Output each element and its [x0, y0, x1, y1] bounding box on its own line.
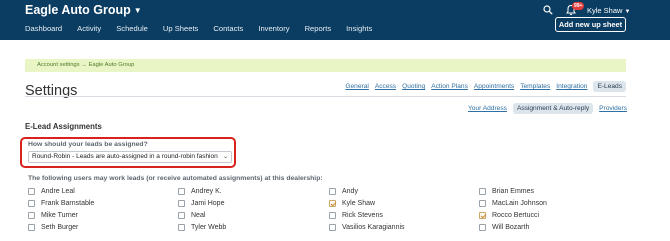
user-name-label: Rocco Bertucci — [492, 211, 540, 219]
user-name-label: Jami Hope — [191, 199, 225, 207]
user-name-label: Frank Barnstable — [41, 199, 95, 207]
user-name-label: Andy — [342, 187, 358, 195]
user-name-label: Will Bozarth — [492, 223, 530, 231]
user-checkbox[interactable] — [28, 199, 35, 207]
e-leads-subtabs: Your Address Assignment & Auto-reply Pro… — [462, 103, 627, 114]
user-name-label: MacLain Johnson — [492, 199, 547, 207]
user-menu[interactable]: Kyle Shaw ▼ — [587, 6, 630, 15]
tab-templates[interactable]: Templates — [520, 83, 550, 90]
user-name-label: Kyle Shaw — [342, 199, 376, 207]
user-name-label: Rick Stevens — [342, 211, 383, 219]
user-checkbox-row[interactable]: Brian Emmes — [479, 186, 534, 196]
user-checkbox[interactable] — [329, 211, 336, 219]
user-checkbox-row[interactable]: Andy — [329, 186, 358, 196]
users-list-label: The following users may work leads (or r… — [28, 175, 323, 182]
nav-up-sheets[interactable]: Up Sheets — [163, 24, 198, 33]
subtab-assignment-auto-reply[interactable]: Assignment & Auto-reply — [512, 103, 594, 114]
main-nav: Dashboard Activity Schedule Up Sheets Co… — [25, 24, 387, 33]
user-checkbox[interactable] — [178, 223, 185, 231]
user-checkbox-row[interactable]: Tyler Webb — [178, 222, 226, 232]
user-checkbox-row[interactable]: Seth Burger — [28, 222, 78, 232]
settings-tabs: General Access Quoting Action Plans Appo… — [339, 81, 626, 92]
user-checkbox[interactable] — [28, 187, 35, 195]
nav-activity[interactable]: Activity — [77, 24, 101, 33]
dealership-switcher[interactable]: Eagle Auto Group ▼ — [25, 3, 142, 17]
nav-inventory[interactable]: Inventory — [258, 24, 289, 33]
user-checkbox-row[interactable]: Frank Barnstable — [28, 198, 94, 208]
user-checkbox-row[interactable]: Rocco Bertucci — [479, 210, 539, 220]
nav-contacts[interactable]: Contacts — [213, 24, 243, 33]
user-checkbox-row[interactable]: Neal — [178, 210, 205, 220]
subtab-providers[interactable]: Providers — [599, 105, 627, 112]
assignment-method-select[interactable]: Round-Robin - Leads are auto-assigned in… — [28, 151, 232, 163]
user-checkbox[interactable] — [329, 223, 336, 231]
user-checkbox-row[interactable]: Jami Hope — [178, 198, 224, 208]
notification-badge: 99+ — [572, 2, 585, 10]
user-checkbox-row[interactable]: Andrey K. — [178, 186, 222, 196]
user-checkbox[interactable] — [178, 199, 185, 207]
user-name-label: Andrey K. — [191, 187, 222, 195]
add-new-up-sheet-button[interactable]: Add new up sheet — [555, 17, 626, 32]
tab-action-plans[interactable]: Action Plans — [431, 83, 468, 90]
user-checkbox[interactable] — [479, 211, 486, 219]
divider — [25, 96, 626, 97]
user-name-label: Andre Leal — [41, 187, 75, 195]
search-icon[interactable] — [543, 5, 553, 15]
user-checkbox-row[interactable]: Andre Leal — [28, 186, 75, 196]
user-checkbox-row[interactable]: MacLain Johnson — [479, 198, 547, 208]
user-checkbox-row[interactable]: Will Bozarth — [479, 222, 529, 232]
tab-appointments[interactable]: Appointments — [474, 83, 514, 90]
section-title: E-Lead Assignments — [25, 122, 102, 131]
user-checkbox-row[interactable]: Kyle Shaw — [329, 198, 375, 208]
subtab-your-address[interactable]: Your Address — [468, 105, 507, 112]
tab-integration[interactable]: Integration — [556, 83, 587, 90]
assignment-method-value: Round-Robin - Leads are auto-assigned in… — [32, 153, 218, 160]
user-checkbox-row[interactable]: Rick Stevens — [329, 210, 383, 220]
nav-reports[interactable]: Reports — [305, 24, 332, 33]
user-checkbox[interactable] — [479, 199, 486, 207]
user-name-label: Mike Turner — [41, 211, 78, 219]
tab-access[interactable]: Access — [375, 83, 396, 90]
tab-general[interactable]: General — [345, 83, 368, 90]
user-checkbox[interactable] — [178, 211, 185, 219]
nav-dashboard[interactable]: Dashboard — [25, 24, 62, 33]
user-checkbox-row[interactable]: Mike Turner — [28, 210, 78, 220]
tab-e-leads[interactable]: E-Leads — [593, 81, 626, 92]
user-checkbox[interactable] — [28, 223, 35, 231]
user-name: Kyle Shaw — [587, 6, 623, 15]
user-name-label: Tyler Webb — [191, 223, 227, 231]
user-checkbox[interactable] — [479, 187, 486, 195]
user-checkbox[interactable] — [28, 211, 35, 219]
user-name-label: Neal — [191, 211, 206, 219]
user-checkbox[interactable] — [178, 187, 185, 195]
top-navigation-bar: Eagle Auto Group ▼ Dashboard Activity Sch… — [0, 0, 670, 40]
user-checkbox[interactable] — [479, 223, 486, 231]
assignment-question-label: How should your leads be assigned? — [28, 141, 148, 148]
breadcrumb: Account settings → Eagle Auto Group — [25, 59, 626, 72]
user-name-label: Seth Burger — [41, 223, 79, 231]
user-name-label: Vasilios Karagiannis — [342, 223, 405, 231]
user-checkbox[interactable] — [329, 187, 336, 195]
tab-quoting[interactable]: Quoting — [402, 83, 425, 90]
nav-insights[interactable]: Insights — [346, 24, 372, 33]
chevron-down-icon: ⌄ — [222, 154, 228, 160]
user-checkbox-row[interactable]: Vasilios Karagiannis — [329, 222, 405, 232]
chevron-down-icon: ▼ — [624, 9, 631, 15]
user-name-label: Brian Emmes — [492, 187, 535, 195]
chevron-down-icon: ▼ — [133, 6, 142, 15]
brand-name: Eagle Auto Group — [25, 3, 131, 17]
nav-schedule[interactable]: Schedule — [116, 24, 148, 33]
user-checkbox[interactable] — [329, 199, 336, 207]
